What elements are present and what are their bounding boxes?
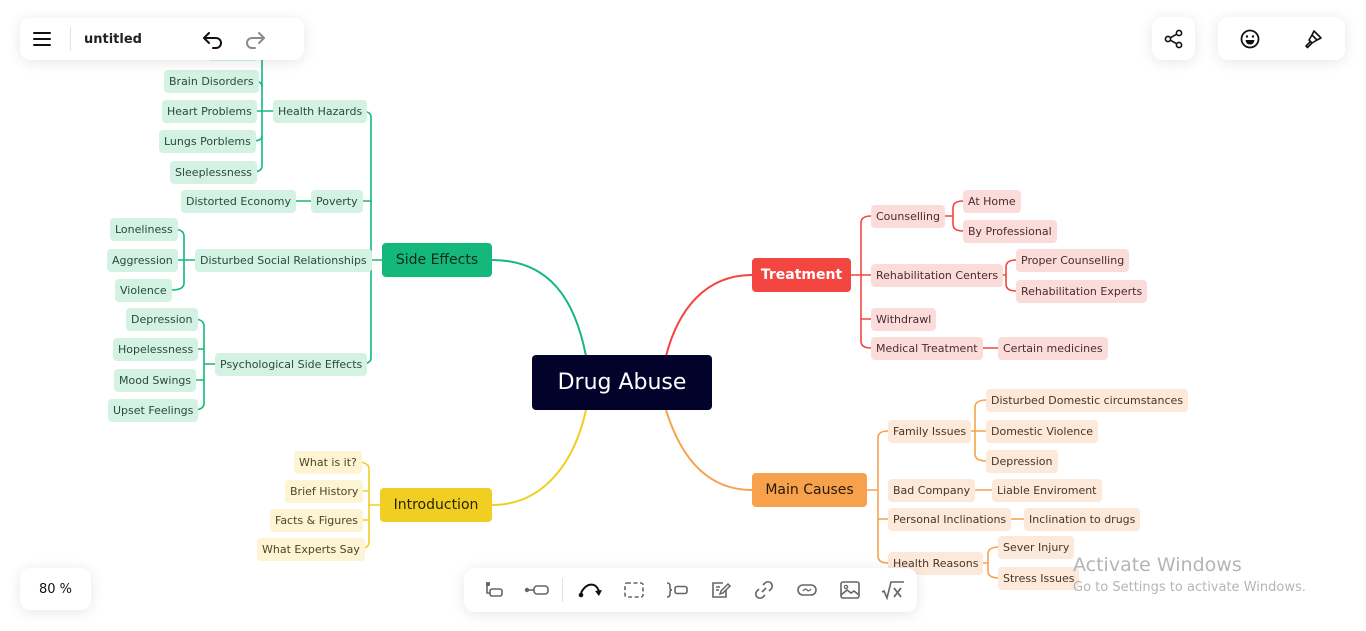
node-loneliness[interactable]: Loneliness <box>110 218 178 241</box>
node-what-experts-say[interactable]: What Experts Say <box>257 538 365 561</box>
note-edit-icon <box>711 582 731 598</box>
dashed-rectangle-icon <box>624 582 644 598</box>
node-mood-swings[interactable]: Mood Swings <box>114 369 197 392</box>
node-sever-injury[interactable]: Sever Injury <box>998 536 1075 559</box>
summary-brace-icon <box>667 582 689 598</box>
share-button[interactable] <box>1152 17 1195 60</box>
branch-main-causes[interactable]: Main Causes <box>752 473 867 507</box>
connector-lines <box>171 49 1026 579</box>
paintbrush-icon <box>1305 29 1323 48</box>
note-button[interactable] <box>705 574 736 606</box>
formula-icon <box>882 581 905 600</box>
node-lungs-problems[interactable]: Lungs Porblems <box>159 130 256 153</box>
add-child-node-button[interactable] <box>478 574 509 606</box>
connector-root-treatment <box>665 274 753 357</box>
node-personal-inclinations[interactable]: Personal Inclinations <box>888 508 1012 531</box>
node-upset-feelings[interactable]: Upset Feelings <box>108 399 199 422</box>
node-heart-problems[interactable]: Heart Problems <box>162 100 257 123</box>
zoom-level[interactable]: 80 % <box>20 568 91 610</box>
undo-button[interactable] <box>197 23 229 55</box>
node-by-professional[interactable]: By Professional <box>963 220 1057 243</box>
child-node-icon <box>485 582 503 597</box>
node-domestic-violence[interactable]: Domestic Violence <box>986 420 1099 443</box>
style-button[interactable] <box>1297 23 1329 55</box>
hamburger-icon <box>33 32 51 46</box>
image-icon <box>840 581 860 599</box>
curved-arrow-icon <box>578 583 602 598</box>
node-aggression[interactable]: Aggression <box>107 249 178 272</box>
node-hopelessness[interactable]: Hopelessness <box>113 338 199 361</box>
node-disturbed-social-relationships[interactable]: Disturbed Social Relationships <box>195 249 372 272</box>
sticker-button[interactable] <box>1234 23 1266 55</box>
node-brief-history[interactable]: Brief History <box>285 480 364 503</box>
header-panel: untitled <box>20 18 304 60</box>
menu-button[interactable] <box>26 23 58 55</box>
branch-introduction[interactable]: Introduction <box>380 488 492 522</box>
node-psychological-side-effects[interactable]: Psychological Side Effects <box>215 353 368 376</box>
node-certain-medicines[interactable]: Certain medicines <box>998 337 1108 360</box>
activate-windows-subtitle: Go to Settings to activate Windows. <box>1073 580 1306 595</box>
undo-icon <box>203 32 222 49</box>
node-sleeplessness[interactable]: Sleeplessness <box>170 161 258 184</box>
mindmap-canvas[interactable]: Drug Abuse Side Effects Health Hazards B… <box>0 0 1366 631</box>
add-sibling-node-button[interactable] <box>521 574 552 606</box>
node-counselling[interactable]: Counselling <box>871 205 945 228</box>
relationship-button[interactable] <box>575 574 606 606</box>
connector-root-side-effects <box>491 259 587 357</box>
header-divider <box>70 27 71 51</box>
node-depression-cause[interactable]: Depression <box>986 450 1058 473</box>
activate-windows-title: Activate Windows <box>1073 554 1242 576</box>
node-rehabilitation-centers[interactable]: Rehabilitation Centers <box>871 264 1004 287</box>
link-button[interactable] <box>748 574 779 606</box>
node-brain-disorders[interactable]: Brain Disorders <box>164 70 259 93</box>
node-withdrawl[interactable]: Withdrawl <box>871 308 937 331</box>
toolbar-divider <box>562 578 564 602</box>
summary-button[interactable] <box>662 574 693 606</box>
node-inclination-to-drugs[interactable]: Inclination to drugs <box>1024 508 1141 531</box>
node-proper-counselling[interactable]: Proper Counselling <box>1016 249 1130 272</box>
node-bad-company[interactable]: Bad Company <box>888 479 976 502</box>
formula-button[interactable] <box>878 574 909 606</box>
redo-icon <box>246 32 265 49</box>
root-node[interactable]: Drug Abuse <box>532 355 712 410</box>
label-button[interactable] <box>791 574 822 606</box>
node-facts-figures[interactable]: Facts & Figures <box>270 509 364 532</box>
node-violence[interactable]: Violence <box>115 279 172 302</box>
node-disturbed-domestic-circumstances[interactable]: Disturbed Domestic circumstances <box>986 389 1189 412</box>
node-liable-enviroment[interactable]: Liable Enviroment <box>992 479 1102 502</box>
node-medical-treatment[interactable]: Medical Treatment <box>871 337 983 360</box>
appearance-panel <box>1218 17 1345 60</box>
node-poverty[interactable]: Poverty <box>311 190 363 213</box>
node-distorted-economy[interactable]: Distorted Economy <box>181 190 297 213</box>
redo-button[interactable] <box>239 23 271 55</box>
label-icon <box>797 584 817 596</box>
node-what-is-it[interactable]: What is it? <box>294 451 362 474</box>
connector-root-introduction <box>491 409 587 506</box>
link-icon <box>754 580 773 600</box>
sibling-node-icon <box>524 585 549 595</box>
node-rehabilitation-experts[interactable]: Rehabilitation Experts <box>1016 280 1148 303</box>
node-at-home[interactable]: At Home <box>963 190 1021 213</box>
boundary-button[interactable] <box>619 574 650 606</box>
zoom-level-text: 80 % <box>38 581 73 597</box>
node-depression-side[interactable]: Depression <box>126 308 198 331</box>
share-icon <box>1164 29 1182 48</box>
branch-treatment[interactable]: Treatment <box>752 258 851 292</box>
node-family-issues[interactable]: Family Issues <box>888 420 972 443</box>
branch-side-effects[interactable]: Side Effects <box>382 243 492 277</box>
node-stress-issues[interactable]: Stress Issues <box>998 567 1080 590</box>
connector-root-main-causes <box>665 409 753 491</box>
smiley-icon <box>1240 29 1260 48</box>
document-title[interactable]: untitled <box>84 32 194 47</box>
node-health-hazards[interactable]: Health Hazards <box>273 100 368 123</box>
bottom-toolbar <box>464 568 917 612</box>
image-button[interactable] <box>835 574 866 606</box>
